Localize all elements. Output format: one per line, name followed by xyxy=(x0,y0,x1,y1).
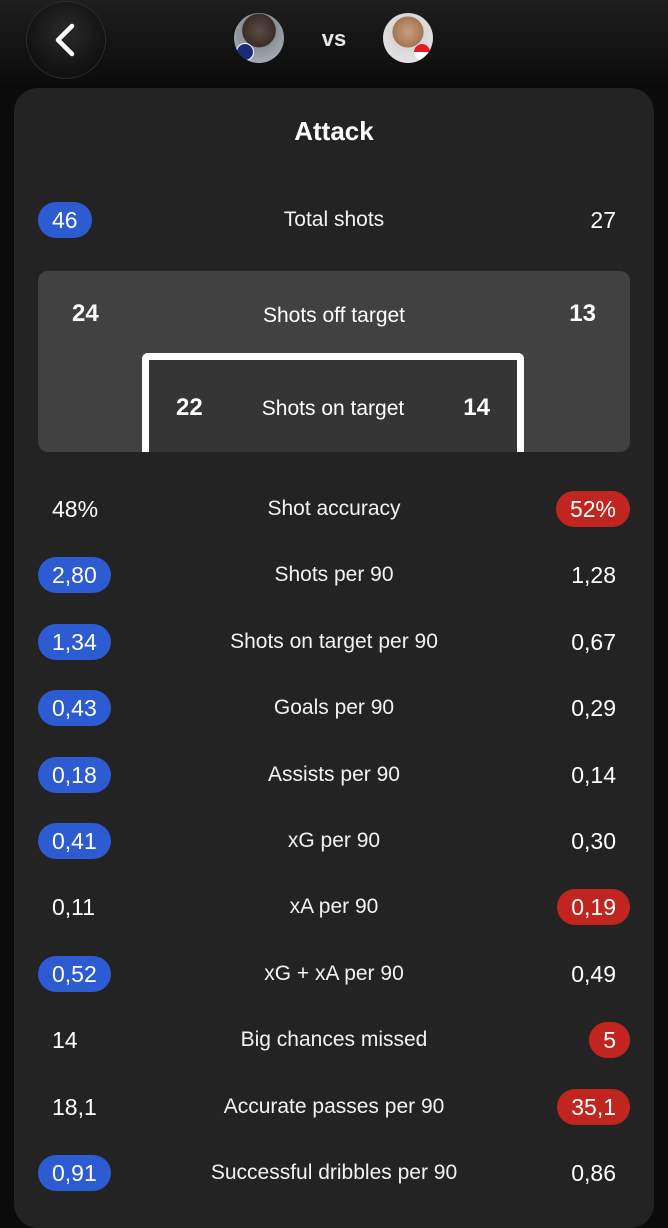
stat-label: Goals per 90 xyxy=(273,696,395,719)
right-value: 1,28 xyxy=(571,562,616,588)
shots-on-target-right: 14 xyxy=(463,394,490,421)
left-value: 18,1 xyxy=(52,1094,97,1120)
chevron-left-icon xyxy=(55,23,75,57)
right-value: 35,1 xyxy=(557,1089,630,1125)
stat-row: 0,11 xA per 90 0,19 xyxy=(0,885,668,929)
shots-target-diagram: 24 Shots off target 13 22 Shots on targe… xyxy=(38,271,630,452)
stat-label: Assists per 90 xyxy=(268,763,400,786)
left-value: 0,41 xyxy=(38,823,111,859)
stat-row: 0,91 Successful dribbles per 90 0,86 xyxy=(0,1151,668,1195)
right-value: 0,67 xyxy=(571,629,616,655)
left-value: 14 xyxy=(52,1027,78,1053)
section-title: Attack xyxy=(294,116,374,146)
shots-off-target-label: Shots off target xyxy=(262,304,406,327)
right-value: 0,86 xyxy=(571,1160,616,1186)
left-value: 46 xyxy=(38,202,92,238)
stat-row: 18,1 Accurate passes per 90 35,1 xyxy=(0,1085,668,1129)
shots-off-target-right: 13 xyxy=(569,300,596,327)
left-value: 2,80 xyxy=(38,557,111,593)
left-value: 0,52 xyxy=(38,956,111,992)
stat-row: 48% Shot accuracy 52% xyxy=(0,487,668,531)
stat-label: xA per 90 xyxy=(289,895,379,918)
back-button[interactable] xyxy=(27,2,105,78)
right-value: 52% xyxy=(555,491,630,527)
right-value: 0,49 xyxy=(571,961,616,987)
monaco-club-badge-icon xyxy=(413,43,431,61)
stat-row-total-shots: 46 Total shots 27 xyxy=(0,198,668,242)
stat-row: 0,18 Assists per 90 0,14 xyxy=(0,753,668,797)
left-value: 0,18 xyxy=(38,757,111,793)
stat-row: 0,43 Goals per 90 0,29 xyxy=(0,686,668,730)
left-value: 1,34 xyxy=(38,624,111,660)
stat-label: Shots per 90 xyxy=(274,563,394,586)
top-bar: vs xyxy=(0,0,668,90)
stat-row: 2,80 Shots per 90 1,28 xyxy=(0,553,668,597)
goal-frame: 22 Shots on target 14 xyxy=(142,353,524,452)
stat-label: Accurate passes per 90 xyxy=(223,1095,445,1118)
left-value: 0,43 xyxy=(38,690,111,726)
stat-label: Shots on target per 90 xyxy=(230,630,438,653)
right-value: 0,14 xyxy=(571,762,616,788)
stat-row: 0,41 xG per 90 0,30 xyxy=(0,819,668,863)
stat-label: Shot accuracy xyxy=(267,497,401,520)
right-value: 0,30 xyxy=(571,828,616,854)
stat-row: 1,34 Shots on target per 90 0,67 xyxy=(0,620,668,664)
left-value: 0,91 xyxy=(38,1155,111,1191)
stat-row: 14 Big chances missed 5 xyxy=(0,1018,668,1062)
left-value: 48% xyxy=(52,496,99,522)
stat-label: xG + xA per 90 xyxy=(264,962,404,985)
stat-label: Successful dribbles per 90 xyxy=(210,1161,458,1184)
left-value: 0,11 xyxy=(52,894,96,920)
right-value: 27 xyxy=(590,207,616,233)
right-value: 5 xyxy=(589,1022,630,1058)
stat-label: Total shots xyxy=(283,208,385,231)
inter-club-badge-icon xyxy=(236,43,254,61)
right-value: 0,19 xyxy=(557,889,630,925)
player-avatar-inter[interactable] xyxy=(234,13,284,63)
stat-label: Big chances missed xyxy=(240,1028,428,1051)
stat-label: xG per 90 xyxy=(287,829,381,852)
stat-row: 0,52 xG + xA per 90 0,49 xyxy=(0,952,668,996)
right-value: 0,29 xyxy=(571,695,616,721)
shots-on-target-label: Shots on target xyxy=(261,397,405,420)
vs-label: vs xyxy=(321,26,347,51)
player-avatar-monaco[interactable] xyxy=(383,13,433,63)
